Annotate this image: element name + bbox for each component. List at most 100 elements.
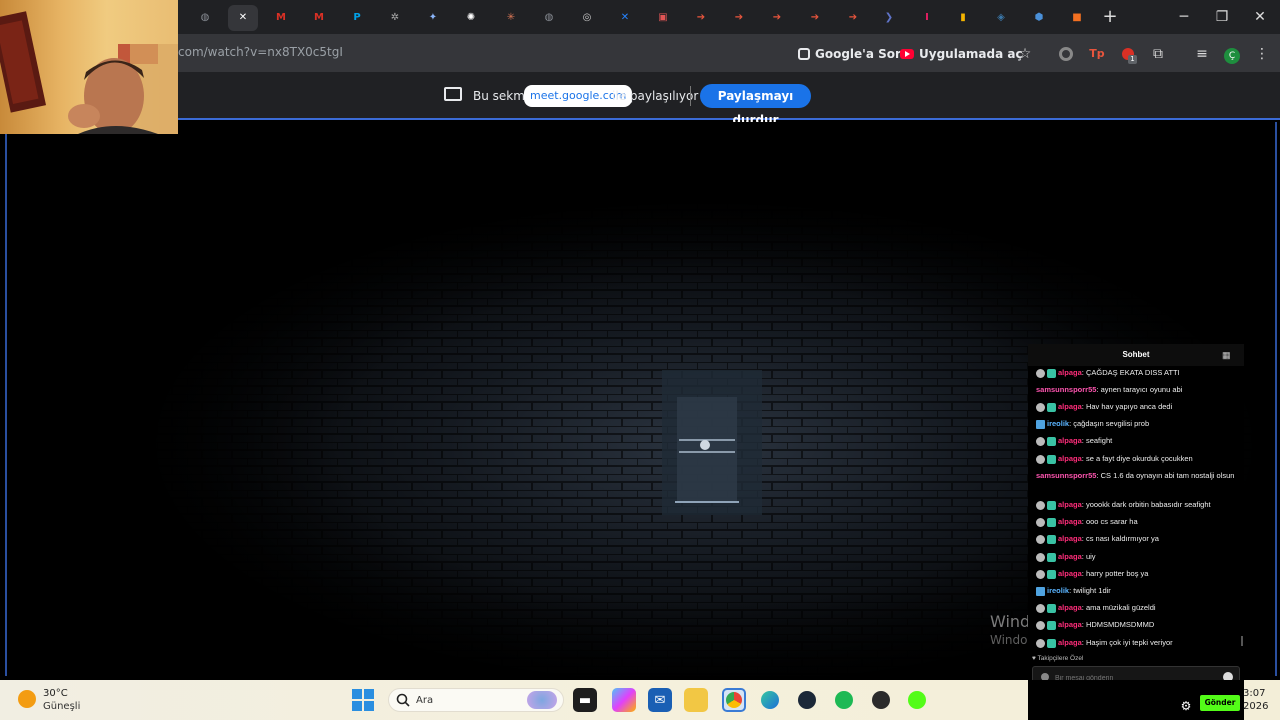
- chat-messages[interactable]: alpaga: ÇAĞDAŞ EKATA DISS ATTI samsunnspo…: [1028, 366, 1244, 652]
- chat-username[interactable]: alpaga: [1058, 638, 1082, 647]
- chat-text: HDMSMDMSDMMD: [1085, 620, 1155, 629]
- browser-tab[interactable]: ✕: [228, 5, 258, 31]
- new-tab-button[interactable]: +: [1100, 7, 1120, 27]
- extensions-puzzle-icon[interactable]: ⧉: [1148, 44, 1168, 64]
- close-icon[interactable]: ✕: [236, 11, 250, 25]
- sun-icon[interactable]: [18, 690, 36, 708]
- browser-tab[interactable]: ➔: [762, 5, 792, 31]
- chat-username[interactable]: alpaga: [1058, 500, 1082, 509]
- browser-tab[interactable]: ◍: [190, 5, 220, 31]
- bookmark-star-icon[interactable]: ☆: [1015, 44, 1035, 64]
- file-explorer-icon[interactable]: [684, 688, 708, 712]
- browser-tab[interactable]: ▣: [648, 5, 678, 31]
- chat-username[interactable]: samsunnsporr55: [1036, 385, 1096, 394]
- chat-message: alpaga: harry potter boş ya: [1036, 569, 1236, 579]
- browser-tab[interactable]: ➔: [838, 5, 868, 31]
- browser-tab[interactable]: ➔: [800, 5, 830, 31]
- chat-username[interactable]: alpaga: [1058, 402, 1082, 411]
- chat-username[interactable]: alpaga: [1058, 436, 1082, 445]
- ask-google-button[interactable]: Google'a Sor: [798, 43, 901, 65]
- chat-username[interactable]: ireolik: [1047, 586, 1069, 595]
- steam-icon[interactable]: [795, 688, 819, 712]
- maximize-button[interactable]: ❐: [1210, 6, 1234, 28]
- chat-username[interactable]: alpaga: [1058, 569, 1082, 578]
- browser-tab[interactable]: ✕: [610, 5, 640, 31]
- url-text[interactable]: com/watch?v=nx8TX0c5tgI: [178, 45, 343, 59]
- badge-icon: [1036, 552, 1045, 562]
- chrome-icon[interactable]: [722, 688, 746, 712]
- browser-tab[interactable]: ◈: [986, 5, 1016, 31]
- browser-tab[interactable]: ■: [1062, 5, 1092, 31]
- task-view-icon[interactable]: ▬: [573, 688, 597, 712]
- browser-tab[interactable]: I: [912, 5, 942, 31]
- chat-title: Sohbet: [1122, 350, 1150, 359]
- chat-send-button[interactable]: Gönder: [1200, 695, 1240, 711]
- chat-text: ÇAĞDAŞ EKATA DISS ATTI: [1085, 368, 1180, 377]
- chat-username[interactable]: alpaga: [1058, 368, 1082, 377]
- browser-tab[interactable]: ✲: [380, 5, 410, 31]
- p-icon: P: [353, 12, 361, 23]
- browser-tab[interactable]: ❯: [874, 5, 904, 31]
- spotify-icon[interactable]: [832, 688, 856, 712]
- browser-tab[interactable]: ✦: [418, 5, 448, 31]
- arrow-icon: ➔: [696, 12, 706, 23]
- search-highlight-icon: [527, 691, 557, 709]
- chat-username[interactable]: alpaga: [1058, 620, 1082, 629]
- chat-username[interactable]: alpaga: [1058, 454, 1082, 463]
- chat-username[interactable]: alpaga: [1058, 603, 1082, 612]
- browser-tab[interactable]: ➔: [686, 5, 716, 31]
- badge-icon: [1036, 402, 1045, 412]
- weather-condition[interactable]: Güneşli: [43, 701, 80, 712]
- red-extension-icon[interactable]: 1: [1118, 44, 1138, 64]
- chat-text: yoookk dark orbitin babasıdır seafight: [1085, 500, 1211, 509]
- chat-username[interactable]: alpaga: [1058, 517, 1082, 526]
- python-icon: ◈: [997, 12, 1005, 23]
- chat-message: alpaga: seafight: [1036, 436, 1236, 446]
- chat-scrollbar[interactable]: [1241, 636, 1243, 646]
- browser-tab[interactable]: M: [304, 5, 334, 31]
- close-window-button[interactable]: ✕: [1248, 6, 1272, 28]
- browser-tab[interactable]: ✳: [496, 5, 526, 31]
- stop-sharing-button[interactable]: Paylaşmayı durdur: [700, 84, 811, 127]
- start-icon: [352, 689, 362, 699]
- browser-tab[interactable]: P: [342, 5, 372, 31]
- chat-username[interactable]: ireolik: [1047, 419, 1069, 428]
- badge-icon: [1036, 620, 1045, 630]
- reading-list-icon[interactable]: ≡: [1192, 44, 1212, 64]
- claude-icon: ✳: [506, 12, 516, 23]
- obs-icon[interactable]: [869, 688, 893, 712]
- gift-icon[interactable]: ▦: [1222, 350, 1232, 360]
- taskbar-search[interactable]: Ara: [388, 688, 564, 712]
- arrow-icon: ➔: [848, 12, 858, 23]
- start-button[interactable]: [352, 689, 374, 711]
- extension-circle-icon[interactable]: [1056, 44, 1076, 64]
- weather-temperature[interactable]: 30°C: [43, 688, 68, 699]
- arrow-icon: ➔: [772, 12, 782, 23]
- browser-tab[interactable]: ✺: [456, 5, 486, 31]
- badge-icon: [1036, 517, 1045, 527]
- browser-tab[interactable]: ▮: [948, 5, 978, 31]
- chat-text: se a fayt diye okurduk çocukken: [1085, 454, 1193, 463]
- chat-username[interactable]: alpaga: [1058, 534, 1082, 543]
- outlook-icon[interactable]: ✉: [648, 688, 672, 712]
- tab-icon: ▣: [658, 12, 668, 23]
- browser-tab[interactable]: ⬢: [1024, 5, 1054, 31]
- copilot-icon[interactable]: [612, 688, 636, 712]
- tp-extension-icon[interactable]: Tp: [1087, 44, 1107, 64]
- chat-username[interactable]: samsunnsporr55: [1036, 471, 1096, 480]
- profile-avatar[interactable]: Ç: [1222, 44, 1242, 64]
- minimize-button[interactable]: ─: [1172, 6, 1196, 28]
- browser-tab[interactable]: M: [266, 5, 296, 31]
- italic-i-icon: I: [925, 12, 929, 23]
- open-in-app-button[interactable]: Uygulamada aç: [900, 43, 1023, 65]
- browser-tab[interactable]: ➔: [724, 5, 754, 31]
- edge-icon[interactable]: [758, 688, 782, 712]
- menu-dots-icon[interactable]: ⋮: [1252, 44, 1272, 64]
- chat-username[interactable]: alpaga: [1058, 552, 1082, 561]
- clock-date[interactable]: 2026: [1243, 701, 1268, 712]
- chat-settings-gear-icon[interactable]: ⚙: [1178, 698, 1194, 714]
- browser-tab[interactable]: ◍: [534, 5, 564, 31]
- clock-time[interactable]: 3:07: [1243, 688, 1265, 699]
- kick-icon[interactable]: [905, 688, 929, 712]
- browser-tab[interactable]: ◎: [572, 5, 602, 31]
